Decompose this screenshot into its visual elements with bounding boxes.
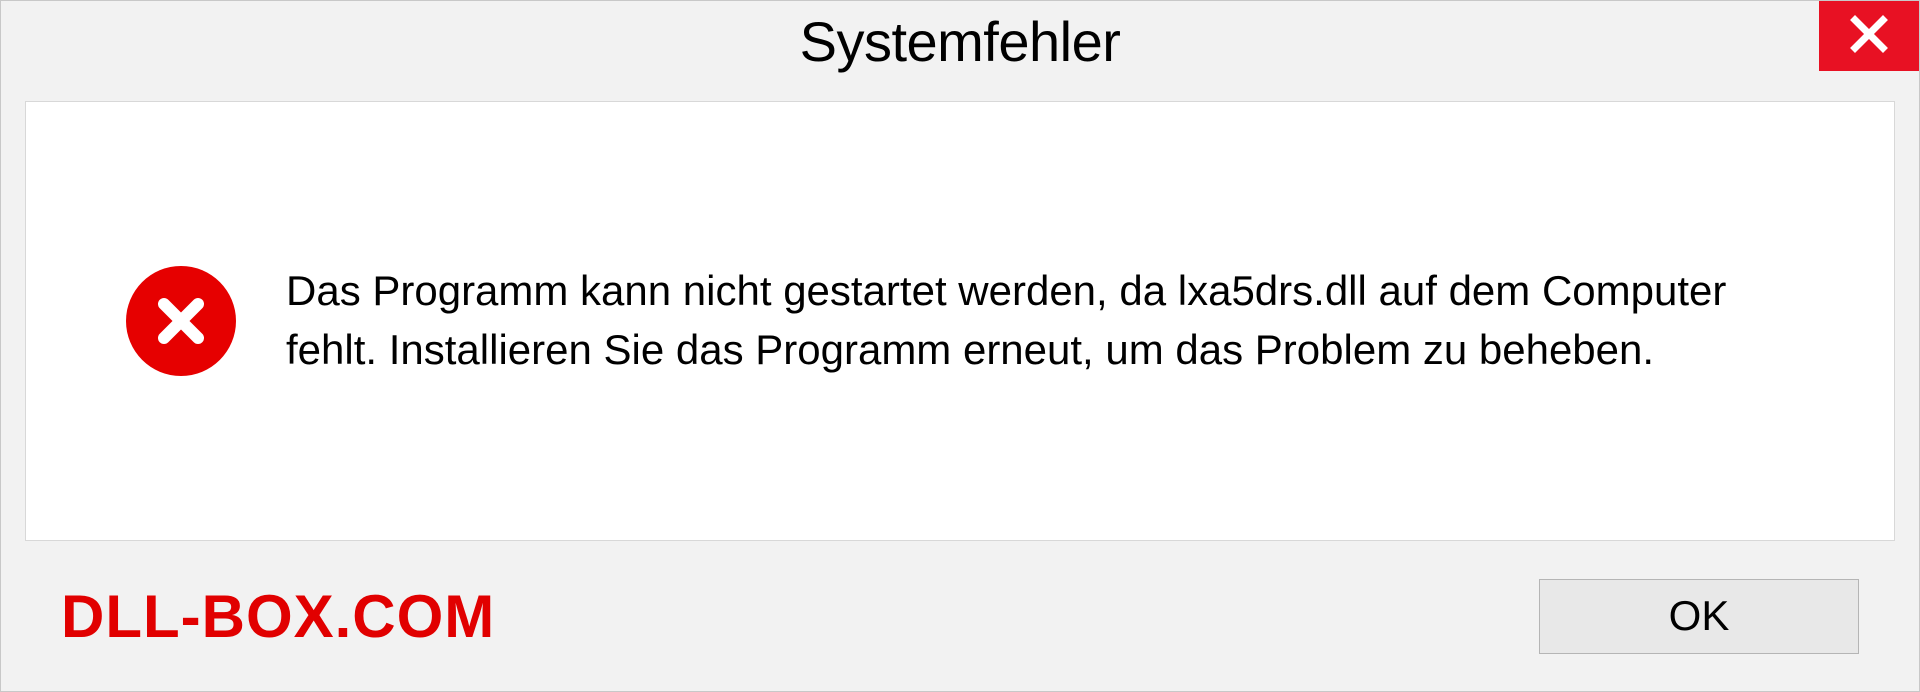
error-icon xyxy=(126,266,236,376)
error-message: Das Programm kann nicht gestartet werden… xyxy=(286,262,1814,380)
watermark-text: DLL-BOX.COM xyxy=(61,582,495,651)
ok-button[interactable]: OK xyxy=(1539,579,1859,654)
close-icon xyxy=(1849,14,1889,59)
ok-button-label: OK xyxy=(1669,592,1730,640)
close-button[interactable] xyxy=(1819,1,1919,71)
titlebar: Systemfehler xyxy=(1,1,1919,81)
dialog-title: Systemfehler xyxy=(800,9,1121,74)
content-panel: Das Programm kann nicht gestartet werden… xyxy=(25,101,1895,541)
dialog-footer: DLL-BOX.COM OK xyxy=(1,541,1919,691)
error-dialog: Systemfehler Das Programm kann nicht ges… xyxy=(0,0,1920,692)
